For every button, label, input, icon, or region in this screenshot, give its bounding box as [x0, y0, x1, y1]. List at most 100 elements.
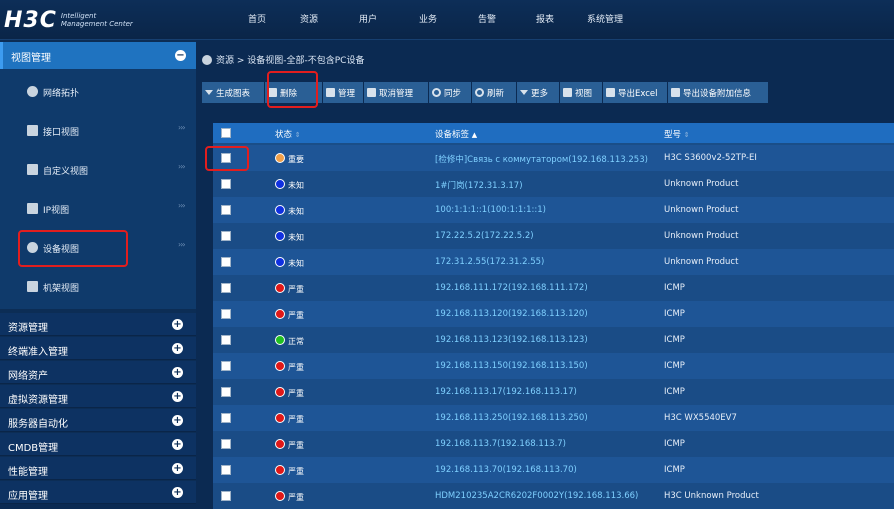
status-text: 严重	[288, 363, 304, 372]
chevron-right-icon[interactable]: ›››	[178, 240, 186, 249]
generate-chart-button[interactable]: 生成图表	[202, 82, 265, 103]
device-model: ICMP	[664, 361, 685, 371]
row-checkbox[interactable]	[221, 387, 231, 397]
row-checkbox[interactable]	[221, 361, 231, 371]
nav-home[interactable]: 首页	[234, 0, 280, 40]
device-label-link[interactable]: 192.168.113.250(192.168.113.250)	[435, 413, 588, 423]
logo-main: H3C	[4, 7, 57, 33]
manage-button[interactable]: 管理	[323, 82, 364, 103]
nav-services[interactable]: 业务	[398, 0, 458, 40]
chevron-right-icon[interactable]: ›››	[178, 201, 186, 210]
device-label-link[interactable]: [检修中]Связь с коммутатором(192.168.113.25…	[435, 153, 648, 165]
sidebar-category-virtual-resources[interactable]: 虚拟资源管理 +	[0, 385, 196, 408]
device-label-link[interactable]: 192.168.111.172(192.168.111.172)	[435, 283, 588, 293]
table-row[interactable]: 未知 172.31.2.55(172.31.2.55) Unknown Produc…	[213, 249, 894, 275]
expand-icon[interactable]: +	[172, 367, 183, 378]
expand-icon[interactable]: +	[172, 487, 183, 498]
refresh-button[interactable]: 刷新	[472, 82, 517, 103]
expand-icon[interactable]: +	[172, 391, 183, 402]
row-checkbox[interactable]	[221, 179, 231, 189]
table-row[interactable]: 正常 192.168.113.123(192.168.113.123) ICMP	[213, 327, 894, 353]
expand-icon[interactable]: +	[172, 439, 183, 450]
sidebar-category-resource-management[interactable]: 资源管理 +	[0, 313, 196, 336]
nav-alarms[interactable]: 告警	[458, 0, 516, 40]
sidebar-category-performance[interactable]: 性能管理 +	[0, 457, 196, 480]
expand-icon[interactable]: +	[172, 415, 183, 426]
row-checkbox[interactable]	[221, 309, 231, 319]
expand-icon[interactable]: +	[172, 463, 183, 474]
h3c-logo[interactable]: H3C Intelligent Management Center	[4, 6, 133, 34]
nav-users[interactable]: 用户	[338, 0, 398, 40]
interface-view-icon	[27, 125, 38, 136]
device-label-link[interactable]: 192.168.113.120(192.168.113.120)	[435, 309, 588, 319]
sidebar-category-server-automation[interactable]: 服务器自动化 +	[0, 409, 196, 432]
table-row[interactable]: 严重 192.168.113.150(192.168.113.150) ICMP	[213, 353, 894, 379]
table-row[interactable]: 严重 192.168.113.7(192.168.113.7) ICMP	[213, 431, 894, 457]
row-checkbox[interactable]	[221, 465, 231, 475]
export-info-icon	[671, 88, 680, 97]
nav-system-management[interactable]: 系统管理	[574, 0, 636, 40]
sidebar-category-terminal-access[interactable]: 终端准入管理 +	[0, 337, 196, 360]
refresh-icon	[475, 88, 484, 97]
more-button[interactable]: 更多	[517, 82, 560, 103]
sidebar-item-network-topology[interactable]: 网络拓扑	[0, 73, 196, 112]
export-device-info-button[interactable]: 导出设备附加信息	[668, 82, 769, 103]
collapse-icon[interactable]: −	[175, 50, 186, 61]
device-model: ICMP	[664, 387, 685, 397]
table-row[interactable]: 重要 [检修中]Связь с коммутатором(192.168.113.…	[213, 145, 894, 171]
device-label-link[interactable]: 172.22.5.2(172.22.5.2)	[435, 231, 534, 241]
sidebar-item-ip-view[interactable]: IP视图 ›››	[0, 190, 196, 229]
column-header-model[interactable]: 型号 ⇕	[664, 128, 690, 140]
device-model: Unknown Product	[664, 205, 739, 215]
row-checkbox[interactable]	[221, 491, 231, 501]
sidebar-item-interface-view[interactable]: 接口视图 ›››	[0, 112, 196, 151]
status-dot-icon	[275, 361, 285, 371]
table-row[interactable]: 严重 192.168.113.120(192.168.113.120) ICMP	[213, 301, 894, 327]
row-checkbox[interactable]	[221, 283, 231, 293]
row-checkbox[interactable]	[221, 257, 231, 267]
device-label-link[interactable]: HDM210235A2CR6202F0002Y(192.168.113.66)	[435, 491, 638, 501]
export-excel-button[interactable]: 导出Excel	[603, 82, 668, 103]
table-row[interactable]: 严重 192.168.113.250(192.168.113.250) H3C WX…	[213, 405, 894, 431]
table-row[interactable]: 严重 192.168.113.70(192.168.113.70) ICMP	[213, 457, 894, 483]
sidebar-category-cmdb[interactable]: CMDB管理 +	[0, 433, 196, 456]
device-label-link[interactable]: 192.168.113.150(192.168.113.150)	[435, 361, 588, 371]
chevron-right-icon[interactable]: ›››	[178, 123, 186, 132]
sidebar-header-view-management[interactable]: 视图管理 −	[0, 42, 196, 69]
sidebar-category-network-assets[interactable]: 网络资产 +	[0, 361, 196, 384]
sync-button[interactable]: 同步	[429, 82, 472, 103]
row-checkbox[interactable]	[221, 205, 231, 215]
table-row[interactable]: 未知 1#门岗(172.31.3.17) Unknown Product	[213, 171, 894, 197]
device-label-link[interactable]: 192.168.113.70(192.168.113.70)	[435, 465, 577, 475]
chevron-right-icon[interactable]: ›››	[178, 162, 186, 171]
row-checkbox[interactable]	[221, 439, 231, 449]
device-label-link[interactable]: 172.31.2.55(172.31.2.55)	[435, 257, 544, 267]
status-dot-icon	[275, 491, 285, 501]
sidebar-category-application[interactable]: 应用管理 +	[0, 481, 196, 504]
view-button[interactable]: 视图	[560, 82, 603, 103]
table-row[interactable]: 未知 100:1:1:1::1(100:1:1:1::1) Unknown Prod…	[213, 197, 894, 223]
table-row[interactable]: 严重 192.168.113.17(192.168.113.17) ICMP	[213, 379, 894, 405]
column-header-label[interactable]: 设备标签 ▲	[435, 128, 477, 140]
expand-icon[interactable]: +	[172, 319, 183, 330]
row-checkbox[interactable]	[221, 335, 231, 345]
column-header-status[interactable]: 状态 ⇕	[275, 128, 301, 140]
device-label-link[interactable]: 192.168.113.7(192.168.113.7)	[435, 439, 566, 449]
status-text: 严重	[288, 415, 304, 424]
device-label-link[interactable]: 100:1:1:1::1(100:1:1:1::1)	[435, 205, 546, 215]
expand-icon[interactable]: +	[172, 343, 183, 354]
select-all-checkbox[interactable]	[221, 128, 231, 138]
table-row[interactable]: 严重 192.168.111.172(192.168.111.172) ICMP	[213, 275, 894, 301]
sidebar-item-custom-view[interactable]: 自定义视图 ›››	[0, 151, 196, 190]
device-label-link[interactable]: 192.168.113.17(192.168.113.17)	[435, 387, 577, 397]
unmanage-button[interactable]: 取消管理	[364, 82, 429, 103]
row-checkbox[interactable]	[221, 413, 231, 423]
sidebar-item-rack-view[interactable]: 机架视图	[0, 268, 196, 307]
device-label-link[interactable]: 192.168.113.123(192.168.113.123)	[435, 335, 588, 345]
nav-resources[interactable]: 资源	[280, 0, 338, 40]
row-checkbox[interactable]	[221, 231, 231, 241]
table-row[interactable]: 未知 172.22.5.2(172.22.5.2) Unknown Product	[213, 223, 894, 249]
device-label-link[interactable]: 1#门岗(172.31.3.17)	[435, 179, 523, 191]
table-row[interactable]: 严重 HDM210235A2CR6202F0002Y(192.168.113.66…	[213, 483, 894, 509]
nav-reports[interactable]: 报表	[516, 0, 574, 40]
